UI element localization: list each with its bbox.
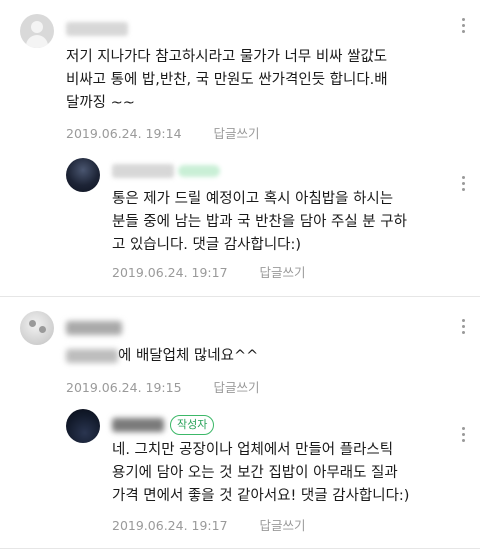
comment-author-name[interactable]: [66, 321, 122, 335]
comment-date: 2019.06.24. 19:17: [112, 518, 228, 533]
avatar[interactable]: [20, 311, 54, 345]
author-badge-blurred: [178, 165, 220, 177]
comment-item: 저기 지나가다 참고하시라고 물가가 너무 비싸 쌀값도 비싸고 통에 밥,반찬…: [0, 0, 480, 152]
comment-date: 2019.06.24. 19:14: [66, 126, 182, 141]
comment-meta: 2019.06.24. 19:14 답글쓰기: [66, 123, 260, 142]
comment-meta: 2019.06.24. 19:17 답글쓰기: [112, 262, 306, 281]
reply-button[interactable]: 답글쓰기: [214, 380, 260, 395]
avatar[interactable]: [66, 158, 100, 192]
comment-text: 통은 제가 드릴 예정이고 혹시 아침밥을 하시는 분들 중에 남는 밥과 국 …: [112, 191, 407, 253]
reply-button[interactable]: 답글쓰기: [260, 518, 306, 533]
comment-date: 2019.06.24. 19:15: [66, 380, 182, 395]
comment-date: 2019.06.24. 19:17: [112, 265, 228, 280]
comment-text: 네. 그치만 공장이나 업체에서 만들어 플라스틱 용기에 담아 오는 것 보간…: [112, 442, 410, 504]
comment-meta: 2019.06.24. 19:17 답글쓰기: [112, 515, 306, 534]
avatar[interactable]: [66, 409, 100, 443]
divider: [0, 548, 480, 549]
comment-author-name[interactable]: [112, 164, 174, 178]
comment-text-body: 에 배달업체 많네요^^: [118, 348, 259, 364]
redacted-mention: [66, 349, 118, 363]
author-badge: 작성자: [170, 415, 215, 435]
reply-button[interactable]: 답글쓰기: [214, 126, 260, 141]
vertical-ellipsis-icon[interactable]: [462, 319, 466, 337]
comment-text: 저기 지나가다 참고하시라고 물가가 너무 비싸 쌀값도 비싸고 통에 밥,반찬…: [66, 49, 388, 111]
comment-author-name[interactable]: [112, 418, 164, 432]
reply-item: 작성자 네. 그치만 공장이나 업체에서 만들어 플라스틱 용기에 담아 오는 …: [0, 401, 480, 552]
comment-text: 에 배달업체 많네요^^: [66, 345, 466, 368]
reply-button[interactable]: 답글쓰기: [260, 265, 306, 280]
vertical-ellipsis-icon[interactable]: [462, 18, 466, 36]
comment-meta: 2019.06.24. 19:15 답글쓰기: [66, 377, 260, 396]
comment-author-name[interactable]: [66, 22, 128, 36]
comment-item: 에 배달업체 많네요^^ 2019.06.24. 19:15 답글쓰기: [0, 297, 480, 401]
default-avatar-icon[interactable]: [20, 14, 54, 48]
reply-item: 통은 제가 드릴 예정이고 혹시 아침밥을 하시는 분들 중에 남는 밥과 국 …: [0, 152, 480, 294]
